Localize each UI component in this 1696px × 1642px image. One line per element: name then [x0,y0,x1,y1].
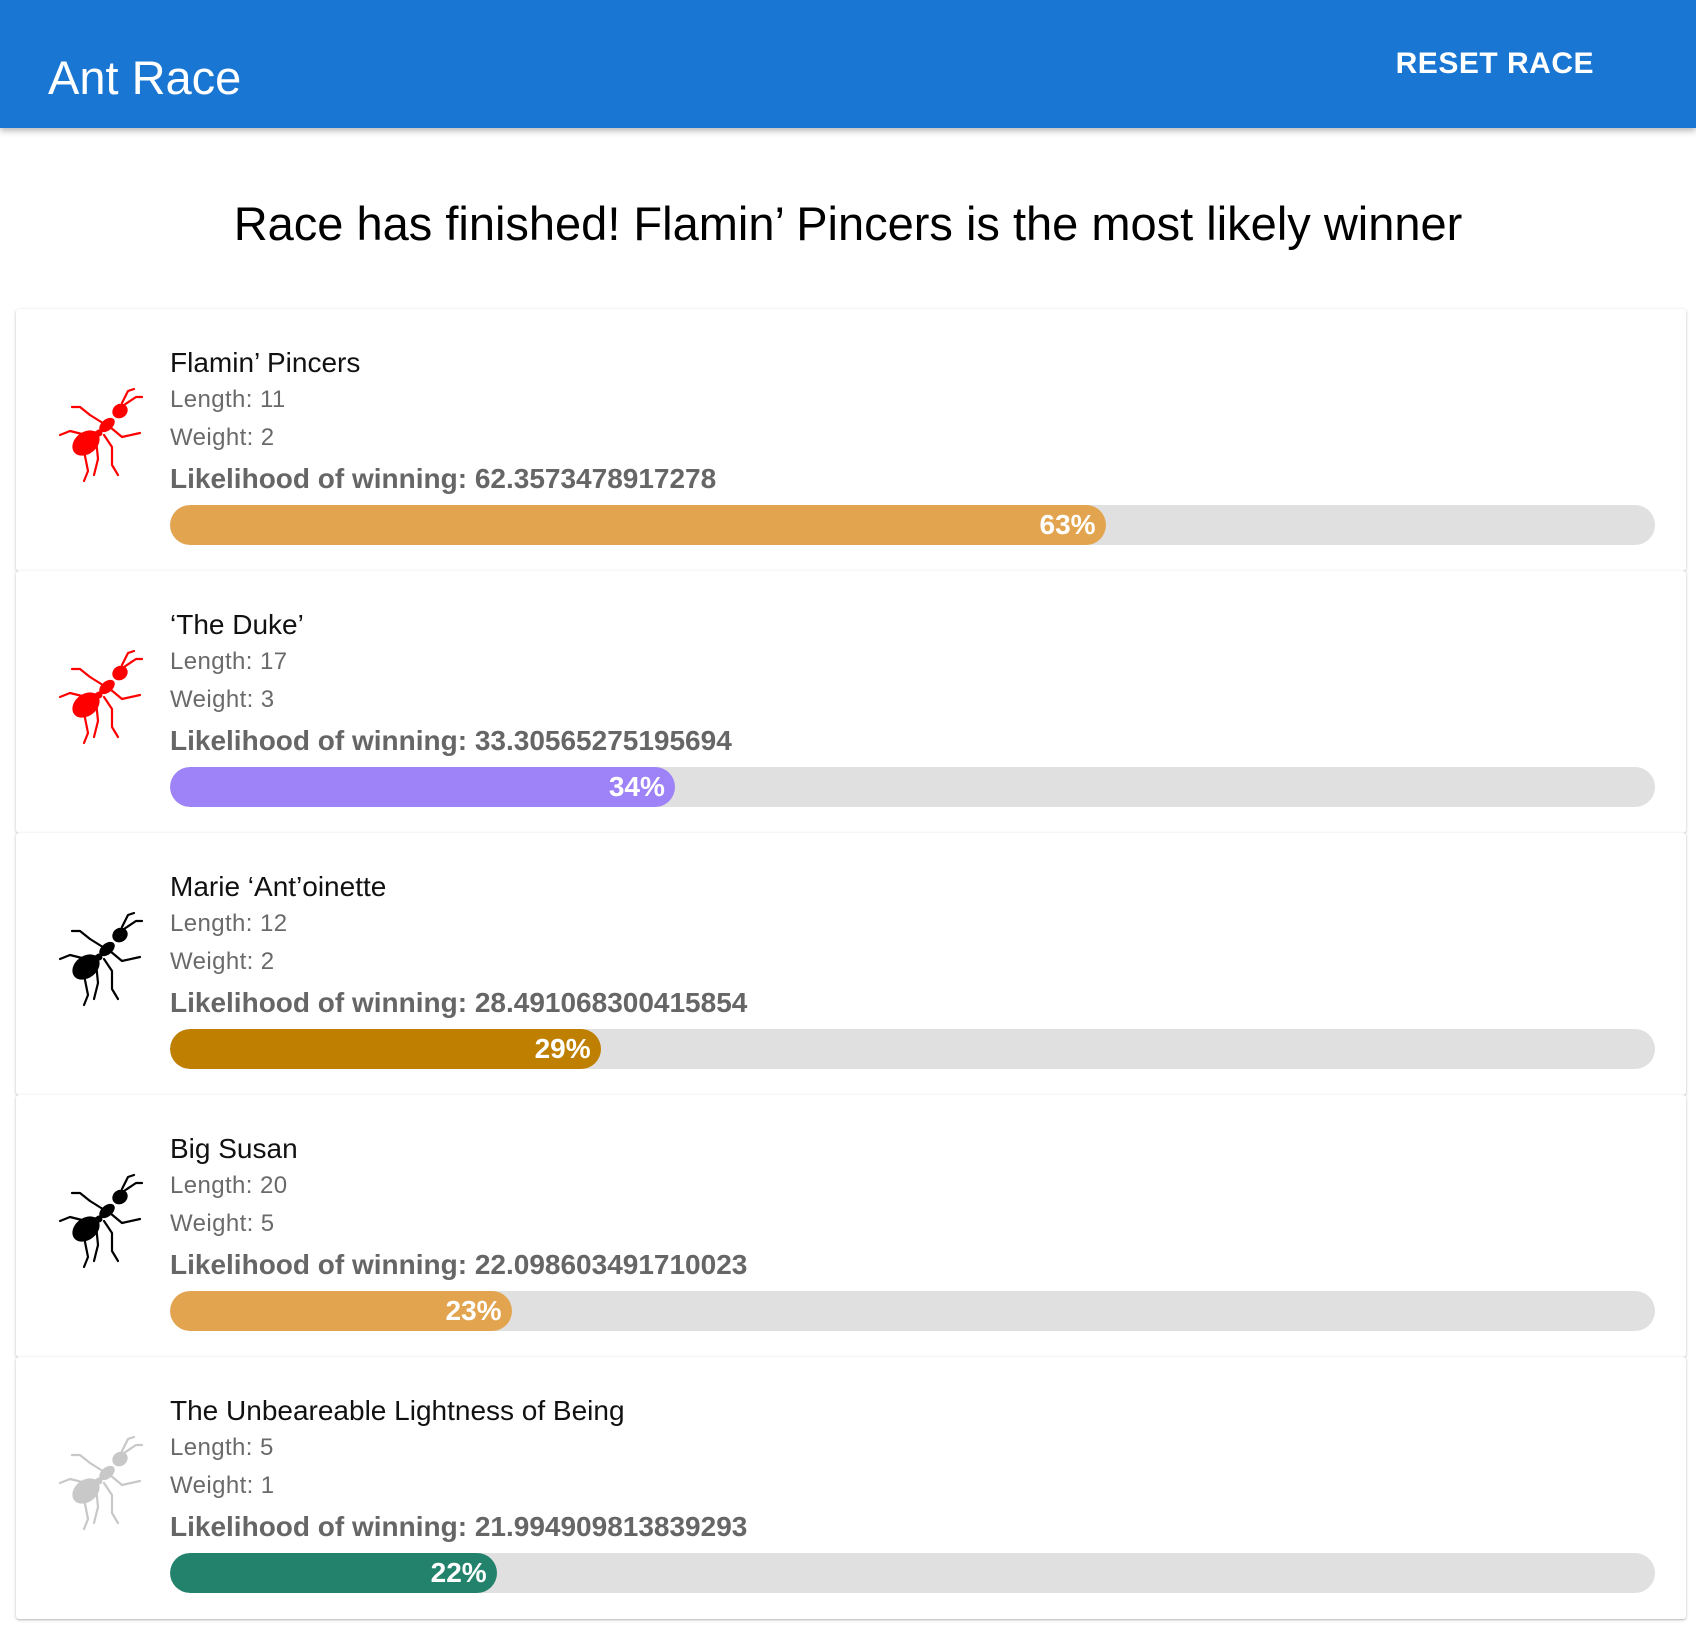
ant-name: Big Susan [170,1133,298,1164]
likelihood-progress-bar: 63% [170,505,1655,545]
likelihood-progress-bar: 29% [170,1029,1655,1069]
likelihood-progress-bar: 23% [170,1291,1655,1331]
ant-name: Flamin’ Pincers [170,347,361,378]
likelihood-progress-fill: 22% [170,1553,497,1593]
ant-icon [50,647,150,747]
likelihood-progress-fill: 34% [170,767,675,807]
ant-length: Length: 20 [170,1172,288,1199]
likelihood-progress-fill: 29% [170,1029,601,1069]
ant-name: Marie ‘Ant’oinette [170,871,387,902]
ant-info: The Unbeareable Lightness of Being Lengt… [170,1393,1655,1593]
ant-likelihood: Likelihood of winning: 21.99490981383929… [170,1511,748,1542]
ant-weight: Weight: 1 [170,1472,275,1499]
ant-info: Marie ‘Ant’oinette Length: 12 Weight: 2 … [170,869,1655,1069]
ant-list: Flamin’ Pincers Length: 11 Weight: 2 Lik… [16,309,1686,1619]
race-status-message: Race has finished! Flamin’ Pincers is th… [233,197,1463,250]
ant-likelihood: Likelihood of winning: 33.30565275195694 [170,725,732,756]
ant-info: Flamin’ Pincers Length: 11 Weight: 2 Lik… [170,345,1655,545]
likelihood-progress-bar: 34% [170,767,1655,807]
ant-icon [50,909,150,1009]
ant-likelihood: Likelihood of winning: 62.3573478917278 [170,463,717,494]
ant-card: Marie ‘Ant’oinette Length: 12 Weight: 2 … [16,833,1686,1095]
likelihood-progress-fill: 23% [170,1291,512,1331]
ant-icon [50,385,150,485]
ant-length: Length: 17 [170,648,288,675]
ant-name: The Unbeareable Lightness of Being [170,1395,625,1426]
ant-weight: Weight: 5 [170,1210,275,1237]
likelihood-progress-bar: 22% [170,1553,1655,1593]
ant-likelihood: Likelihood of winning: 22.09860349171002… [170,1249,748,1280]
ant-weight: Weight: 2 [170,424,275,451]
likelihood-progress-fill: 63% [170,505,1106,545]
ant-weight: Weight: 2 [170,948,275,975]
ant-card: The Unbeareable Lightness of Being Lengt… [16,1357,1686,1619]
ant-info: ‘The Duke’ Length: 17 Weight: 3 Likeliho… [170,607,1655,807]
ant-name: ‘The Duke’ [170,609,304,640]
ant-icon [50,1171,150,1271]
ant-icon [50,1433,150,1533]
ant-card: Big Susan Length: 20 Weight: 5 Likelihoo… [16,1095,1686,1357]
ant-likelihood: Likelihood of winning: 28.49106830041585… [170,987,748,1018]
app-title: Ant Race [48,51,242,104]
ant-card: ‘The Duke’ Length: 17 Weight: 3 Likeliho… [16,571,1686,833]
ant-weight: Weight: 3 [170,686,275,713]
reset-race-button[interactable]: RESET RACE [1380,40,1610,88]
ant-card: Flamin’ Pincers Length: 11 Weight: 2 Lik… [16,309,1686,571]
ant-length: Length: 12 [170,910,288,937]
ant-info: Big Susan Length: 20 Weight: 5 Likelihoo… [170,1131,1655,1331]
ant-length: Length: 11 [170,386,286,413]
ant-length: Length: 5 [170,1434,274,1461]
app-bar: Ant Race RESET RACE [0,0,1696,128]
